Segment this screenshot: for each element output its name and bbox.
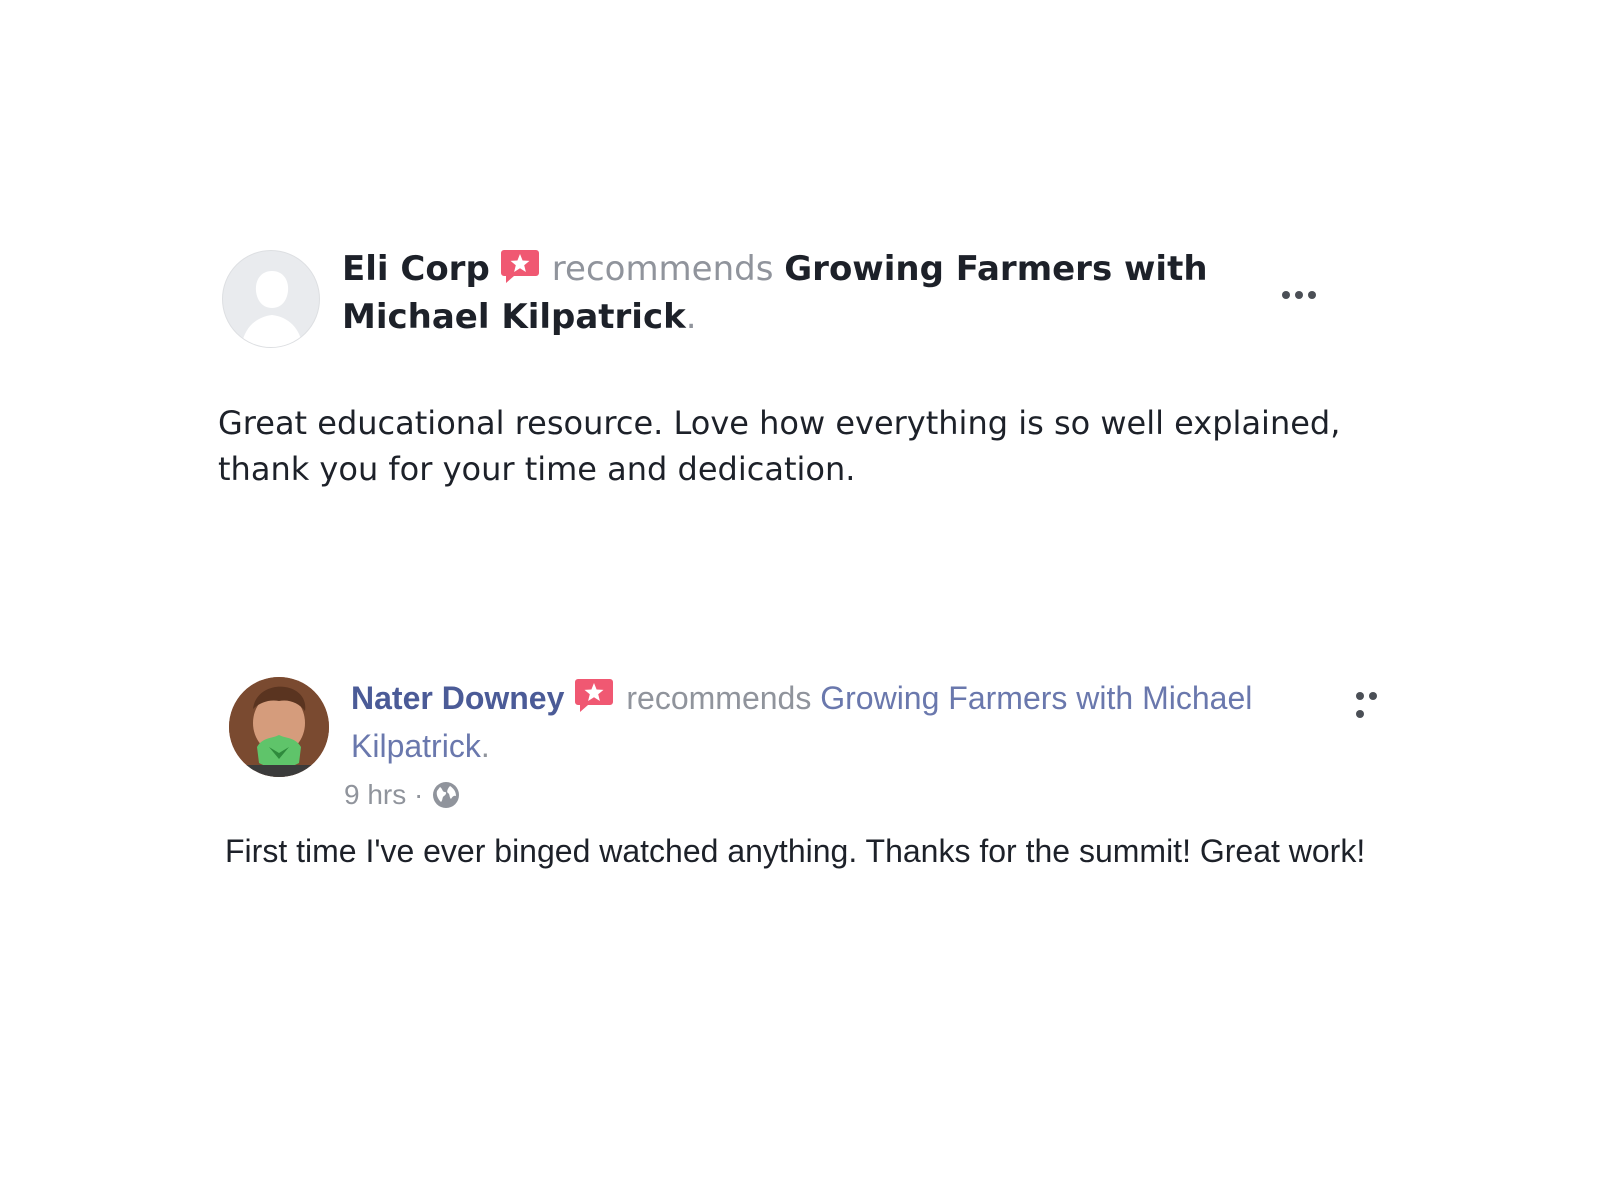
review-text: First time I've ever binged watched anyt… <box>225 833 1366 869</box>
author-name-link[interactable]: Nater Downey <box>351 680 564 716</box>
sentence-period: . <box>685 297 697 337</box>
more-options-icon[interactable] <box>1356 687 1392 718</box>
review-card-nater-downey: Nater Downey recommends Growing Farmers w… <box>225 674 1429 947</box>
default-profile-icon <box>241 271 303 347</box>
recommends-verb: recommends <box>626 680 812 716</box>
avatar[interactable] <box>229 677 329 777</box>
more-options-icon[interactable] <box>1282 286 1324 299</box>
post-meta: 9 hrs · <box>344 775 461 815</box>
avatar-placeholder[interactable] <box>222 250 320 348</box>
review-header: Eli Corp recommends Growing Farmers with … <box>342 245 1302 341</box>
recommends-verb: recommends <box>551 249 774 289</box>
meta-separator: · <box>414 779 424 810</box>
review-header: Nater Downey recommends Growing Farmers w… <box>351 674 1351 770</box>
recommendation-star-badge-icon <box>500 250 539 283</box>
sentence-period: . <box>480 728 490 764</box>
timestamp-link[interactable]: 9 hrs <box>344 779 406 810</box>
review-text: Great educational resource. Love how eve… <box>218 404 1341 488</box>
author-name-link[interactable]: Eli Corp <box>342 249 490 289</box>
profile-photo <box>229 677 329 777</box>
recommendation-star-badge-icon <box>575 679 614 712</box>
globe-icon[interactable] <box>431 780 461 810</box>
review-card-eli-corp: Eli Corp recommends Growing Farmers with … <box>218 249 1372 510</box>
